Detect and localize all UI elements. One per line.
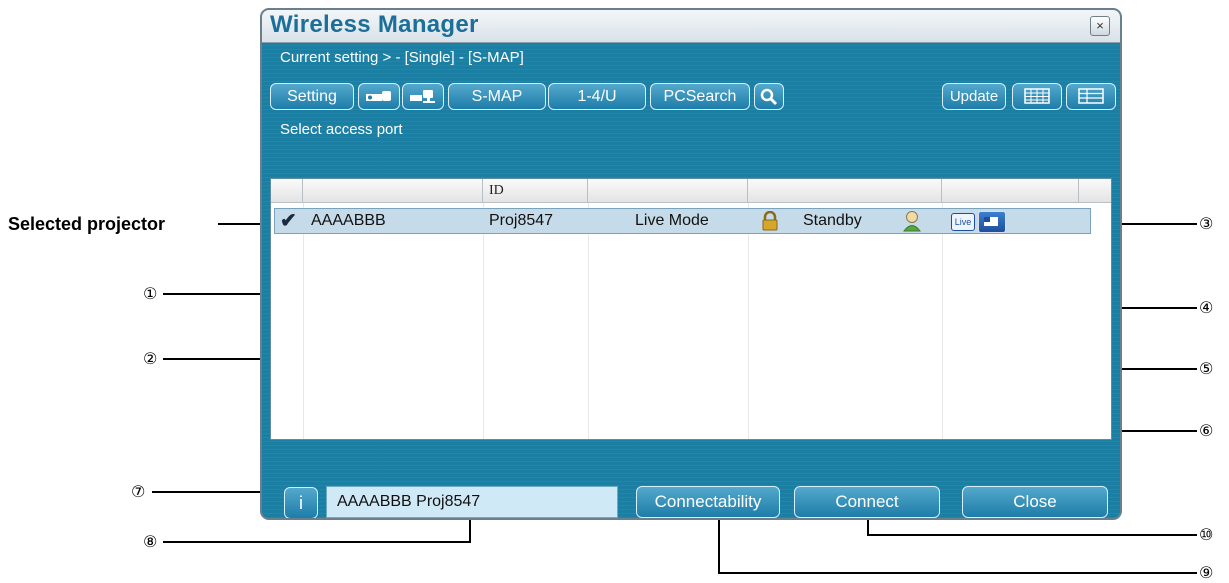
smap-button[interactable]: S-MAP (448, 83, 546, 110)
select-access-port-text: Select access port (280, 121, 403, 138)
row-checkmark[interactable]: ✔ (280, 209, 297, 233)
callout-9: ⑨ (1199, 563, 1214, 582)
list-view-icon (1078, 88, 1104, 104)
search-button[interactable] (754, 83, 784, 110)
grid-view-icon (1024, 88, 1050, 104)
list-view-button[interactable] (1066, 83, 1116, 110)
connect-button[interactable]: Connect (794, 486, 940, 518)
callout-6: ⑥ (1199, 421, 1214, 440)
callout-10: ⑩ (1199, 525, 1214, 544)
wireless-manager-window: Wireless Manager × Current setting > - [… (260, 8, 1122, 520)
callout-7: ⑦ (131, 482, 146, 501)
callout-1: ① (143, 284, 158, 303)
callout-2: ② (143, 349, 158, 368)
column-header-status[interactable] (748, 179, 942, 203)
grid-view-button[interactable] (1012, 83, 1062, 110)
breadcrumb: Current setting > - [Single] - [S-MAP] (280, 49, 524, 66)
grid-line (748, 203, 749, 439)
close-button[interactable]: Close (962, 486, 1108, 518)
projector-single-button[interactable] (358, 83, 400, 110)
row-projector-id: Proj8547 (489, 212, 554, 229)
network-projector-icon (410, 90, 435, 103)
search-icon (760, 88, 778, 106)
column-header-extra[interactable] (1079, 179, 1111, 203)
column-header-mode[interactable] (588, 179, 748, 203)
column-header-icons[interactable] (942, 179, 1079, 203)
lock-icon (761, 210, 779, 236)
column-header-id[interactable]: ID (483, 179, 588, 203)
info-button[interactable]: i (284, 487, 318, 518)
setting-button[interactable]: Setting (270, 83, 354, 110)
grid-line (483, 203, 484, 439)
projector-network-button[interactable] (402, 83, 444, 110)
callout-4: ④ (1199, 298, 1214, 317)
row-status: Standby (803, 212, 862, 229)
projector-list: ID ✔ AAAABBB Proj8547 Live Mode Standby … (270, 178, 1112, 440)
callout-5: ⑤ (1199, 359, 1214, 378)
title-bar: Wireless Manager × (262, 10, 1120, 43)
one-to-four-button[interactable]: 1-4/U (548, 83, 646, 110)
selected-projector-label: Selected projector (8, 214, 166, 234)
selected-projector-field: AAAABBB Proj8547 (326, 486, 618, 518)
column-header-check[interactable] (271, 179, 303, 203)
window-close-button[interactable]: × (1090, 16, 1110, 36)
connectability-button[interactable]: Connectability (636, 486, 780, 518)
live-badge-icon: Live (951, 213, 975, 231)
callout-3: ③ (1199, 214, 1214, 233)
pcsearch-button[interactable]: PCSearch (650, 83, 750, 110)
grid-line (942, 203, 943, 439)
column-header-name[interactable] (303, 179, 483, 203)
projector-icon (366, 91, 391, 101)
callout-8: ⑧ (143, 532, 158, 551)
row-projector-name: AAAABBB (311, 212, 386, 229)
user-icon (903, 210, 921, 237)
window-title: Wireless Manager (270, 11, 479, 38)
update-button[interactable]: Update (942, 83, 1006, 110)
window-mode-icon (978, 211, 1006, 233)
grid-line (303, 203, 304, 439)
row-mode: Live Mode (635, 212, 709, 229)
grid-line (588, 203, 589, 439)
